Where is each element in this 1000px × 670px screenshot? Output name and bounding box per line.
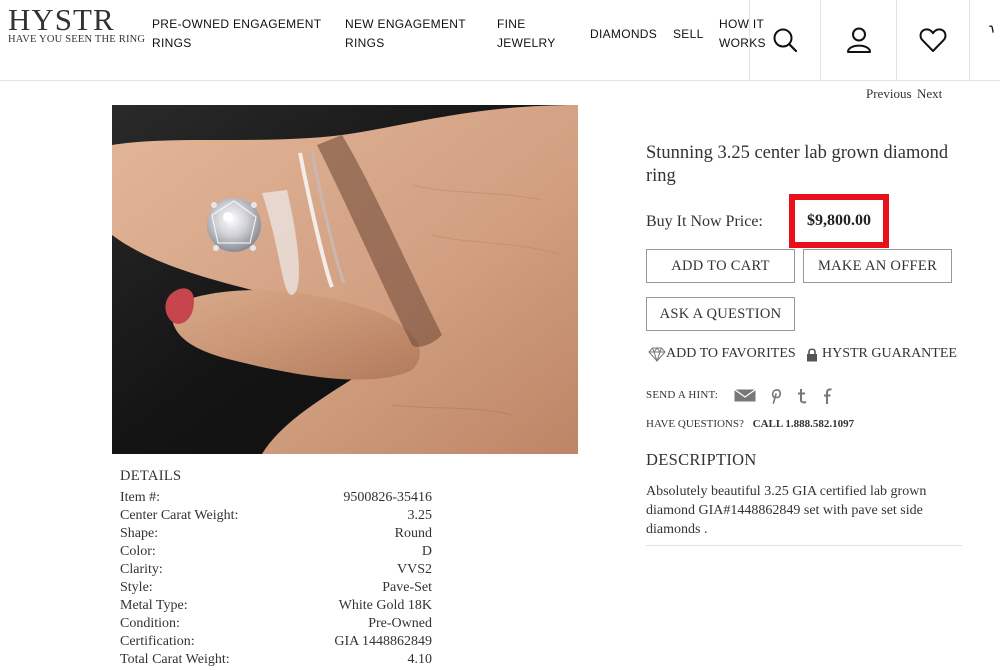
spec-label: Shape:	[120, 526, 159, 541]
price-label: Buy It Now Price:	[646, 213, 763, 230]
nav-pre-owned-engagement-rings[interactable]: PRE-OWNED ENGAGEMENT RINGS	[152, 15, 327, 53]
spec-label: Total Carat Weight:	[120, 652, 230, 667]
price-highlight-box: $9,800.00	[789, 194, 889, 248]
description-text: Absolutely beautiful 3.25 GIA certified …	[646, 484, 927, 537]
spec-row: Shape: Round	[120, 526, 432, 544]
spec-value: Round	[394, 526, 432, 541]
hystr-guarantee-link[interactable]: HYSTR GUARANTEE	[806, 346, 957, 362]
nav-new-engagement-rings[interactable]: NEW ENGAGEMENT RINGS	[345, 15, 475, 53]
cart-icon	[989, 25, 994, 33]
spec-label: Center Carat Weight:	[120, 508, 239, 523]
spec-value: Pre-Owned	[368, 616, 432, 631]
logo-tagline: HAVE YOU SEEN THE RING	[8, 34, 146, 45]
spec-label: Condition:	[120, 616, 180, 631]
spec-row: Certification: GIA 1448862849	[120, 634, 432, 652]
divider	[646, 545, 962, 546]
make-an-offer-button[interactable]: MAKE AN OFFER	[803, 249, 952, 283]
nav-diamonds[interactable]: DIAMONDS	[590, 25, 657, 44]
phone-number[interactable]: CALL 1.888.582.1097	[753, 418, 854, 430]
spec-value: 9500826-35416	[343, 490, 432, 505]
spec-value: VVS2	[396, 562, 432, 577]
spec-label: Metal Type:	[120, 598, 188, 613]
spec-label: Color:	[120, 544, 156, 559]
facebook-icon[interactable]	[823, 388, 832, 404]
description-heading: DESCRIPTION	[646, 450, 757, 469]
previous-link[interactable]: Previous	[866, 86, 912, 102]
lock-icon	[807, 347, 817, 361]
ask-a-question-button[interactable]: ASK A QUESTION	[646, 297, 795, 331]
add-to-favorites-link[interactable]: ADD TO FAVORITES	[648, 346, 796, 362]
spec-row: Condition: Pre-Owned	[120, 616, 432, 634]
spec-label: Certification:	[120, 634, 195, 649]
account-icon	[846, 27, 871, 53]
send-a-hint-label: SEND A HINT:	[646, 389, 719, 401]
site-header: HYSTR HAVE YOU SEEN THE RING PRE-OWNED E…	[0, 0, 1000, 81]
spec-label: Style:	[120, 580, 153, 595]
spec-value: GIA 1448862849	[334, 634, 432, 649]
search-icon	[773, 28, 798, 53]
spec-label: Item #:	[120, 490, 161, 505]
details-heading: DETAILS	[120, 468, 182, 484]
cart-button[interactable]	[969, 0, 1000, 80]
spec-row: Style: Pave-Set	[120, 580, 432, 598]
nav-fine-jewelry[interactable]: FINE JEWELRY	[497, 15, 567, 53]
spec-row: Item #: 9500826-35416	[120, 490, 432, 508]
have-questions-label: HAVE QUESTIONS?	[646, 418, 744, 430]
add-to-cart-button[interactable]: ADD TO CART	[646, 249, 795, 283]
logo-wordmark: HYSTR	[8, 2, 115, 37]
account-button[interactable]	[820, 0, 896, 80]
spec-row: Color: D	[120, 544, 432, 562]
have-questions: HAVE QUESTIONS? CALL 1.888.582.1097	[646, 418, 854, 430]
add-to-favorites-label: ADD TO FAVORITES	[666, 346, 796, 361]
search-button[interactable]	[749, 0, 820, 80]
product-title: Stunning 3.25 center lab grown diamond r…	[646, 143, 949, 186]
logo[interactable]: HYSTR HAVE YOU SEEN THE RING	[8, 2, 146, 46]
tumblr-icon[interactable]	[797, 388, 807, 404]
spec-value: Pave-Set	[382, 580, 432, 595]
spec-value: D	[421, 544, 432, 559]
ring-on-hand-photo	[112, 105, 578, 454]
spec-value: 3.25	[407, 508, 433, 523]
next-link[interactable]: Next	[917, 86, 942, 102]
favorites-button[interactable]	[896, 0, 969, 80]
email-icon[interactable]	[734, 389, 756, 402]
spec-row: Clarity: VVS2	[120, 562, 432, 580]
spec-row: Center Carat Weight: 3.25	[120, 508, 432, 526]
spec-row: Metal Type: White Gold 18K	[120, 598, 432, 616]
heart-icon	[919, 28, 947, 52]
diamond-icon	[648, 346, 666, 362]
pinterest-icon[interactable]	[770, 388, 782, 404]
price-value: $9,800.00	[807, 212, 871, 229]
product-image[interactable]	[112, 105, 578, 454]
hystr-guarantee-label: HYSTR GUARANTEE	[822, 346, 957, 361]
spec-value: White Gold 18K	[338, 598, 432, 613]
spec-value: 4.10	[407, 652, 433, 667]
nav-sell[interactable]: SELL	[673, 25, 704, 44]
spec-label: Clarity:	[120, 562, 163, 577]
spec-row: Total Carat Weight: 4.10	[120, 652, 432, 670]
